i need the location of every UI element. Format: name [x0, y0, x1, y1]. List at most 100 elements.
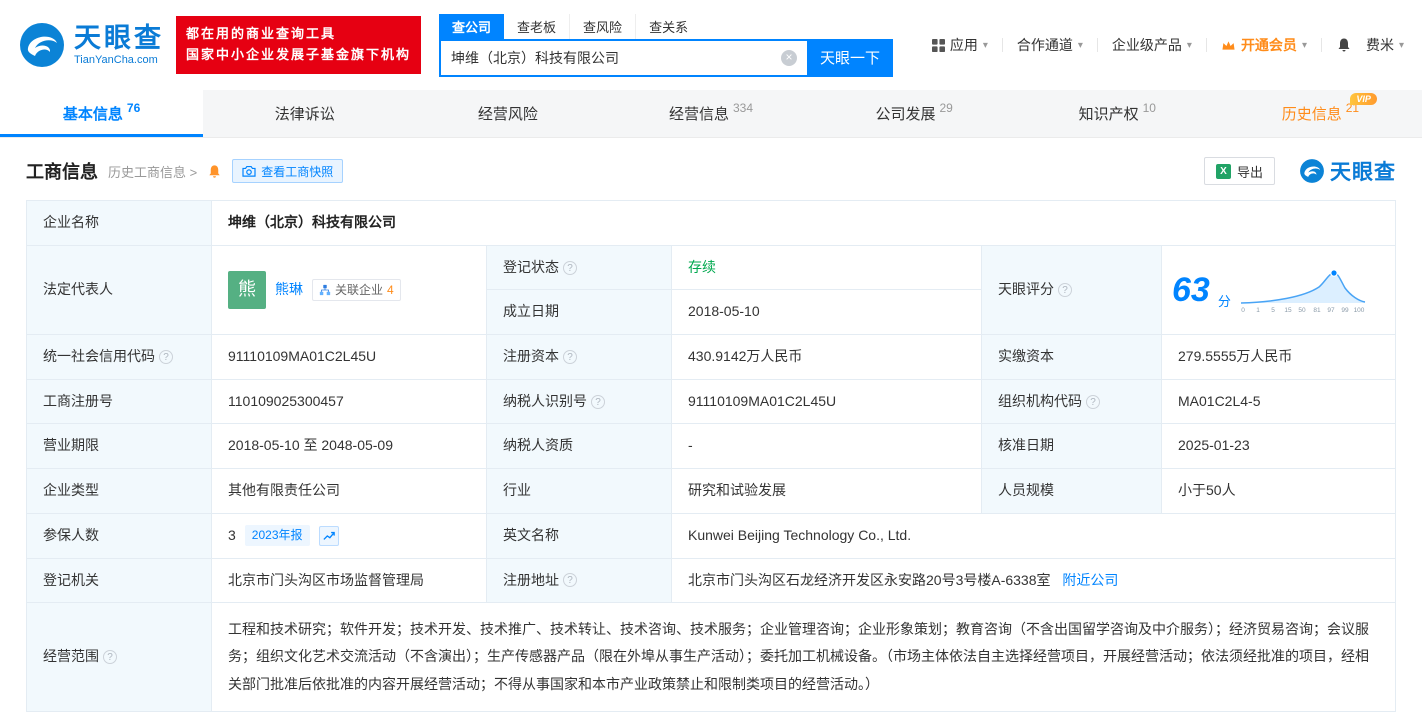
svg-text:5: 5: [1271, 307, 1275, 314]
export-button[interactable]: X 导出: [1204, 157, 1275, 185]
company-name-label: 企业名称: [27, 201, 212, 246]
tab-intellectual-property[interactable]: 知识产权 10: [1016, 90, 1219, 137]
svg-text:1: 1: [1256, 307, 1260, 314]
establish-date-label: 成立日期: [487, 290, 672, 335]
search-tab-risk[interactable]: 查风险: [570, 14, 636, 39]
search-input[interactable]: [439, 39, 807, 77]
clear-search-icon[interactable]: ×: [781, 50, 797, 66]
establish-date-value: 2018-05-10: [672, 290, 982, 335]
insured-count-value: 3 2023年报: [212, 513, 487, 558]
score-unit: 分: [1218, 292, 1231, 312]
tab-company-development-count: 29: [939, 101, 952, 115]
nav-apps-label: 应用: [950, 35, 978, 55]
tab-operating-risk[interactable]: 经营风险: [406, 90, 609, 137]
vip-badge: VIP: [1350, 93, 1377, 105]
help-icon[interactable]: ?: [159, 350, 173, 364]
tianyancha-watermark: 天眼查: [1299, 156, 1396, 186]
search-button[interactable]: 天眼一下: [807, 39, 893, 77]
tab-company-development[interactable]: 公司发展 29: [813, 90, 1016, 137]
taxpayer-quality-label: 纳税人资质: [487, 424, 672, 469]
chevron-down-icon: ▾: [1187, 40, 1192, 51]
reg-capital-label: 注册资本?: [487, 335, 672, 380]
nav-enterprise[interactable]: 企业级产品 ▾: [1112, 35, 1192, 55]
reg-status-label: 登记状态?: [487, 245, 672, 290]
tab-basic-info[interactable]: 基本信息 76: [0, 90, 203, 137]
tab-operating-info-count: 334: [733, 101, 753, 115]
table-row: 企业类型 其他有限责任公司 行业 研究和试验发展 人员规模 小于50人: [27, 469, 1396, 514]
industry-label: 行业: [487, 469, 672, 514]
search-tab-relation[interactable]: 查关系: [636, 14, 701, 39]
annual-report-link[interactable]: 2023年报: [245, 525, 310, 546]
help-icon[interactable]: ?: [563, 261, 577, 275]
tianyancha-logo[interactable]: 天眼查 TianYanCha.com: [18, 21, 164, 69]
tab-history-info[interactable]: VIP 历史信息 21: [1219, 90, 1422, 137]
reminder-bell-button[interactable]: [207, 164, 222, 179]
legal-rep-name-link[interactable]: 熊琳: [275, 279, 303, 301]
crown-icon: [1221, 39, 1236, 52]
insured-count-label: 参保人数: [27, 513, 212, 558]
table-row: 营业期限 2018-05-10 至 2048-05-09 纳税人资质 - 核准日…: [27, 424, 1396, 469]
insured-trend-button[interactable]: [319, 526, 339, 546]
tab-operating-info[interactable]: 经营信息 334: [609, 90, 812, 137]
nav-open-vip[interactable]: 开通会员 ▾: [1221, 35, 1307, 55]
trend-chart-icon: [323, 530, 335, 542]
table-row: 登记机关 北京市门头沟区市场监督管理局 注册地址? 北京市门头沟区石龙经济开发区…: [27, 558, 1396, 603]
help-icon[interactable]: ?: [1086, 395, 1100, 409]
approval-date-label: 核准日期: [982, 424, 1162, 469]
org-code-label: 组织机构代码?: [982, 379, 1162, 424]
table-row: 经营范围? 工程和技术研究；软件开发；技术开发、技术推广、技术转让、技术咨询、技…: [27, 603, 1396, 712]
header: 天眼查 TianYanCha.com 都在用的商业查询工具 国家中小企业发展子基…: [0, 0, 1422, 90]
tab-legal-proceedings[interactable]: 法律诉讼: [203, 90, 406, 137]
help-icon[interactable]: ?: [563, 573, 577, 587]
slogan-line-2: 国家中小企业发展子基金旗下机构: [186, 45, 411, 66]
table-row: 统一社会信用代码? 91110109MA01C2L45U 注册资本? 430.9…: [27, 335, 1396, 380]
tab-operating-info-label: 经营信息: [669, 103, 729, 124]
tyc-score-value: 63 分 0 1 5 15 50 81 97 99 100: [1162, 245, 1396, 334]
tab-basic-info-label: 基本信息: [63, 103, 123, 124]
search-area: 查公司 查老板 查风险 查关系 × 天眼一下: [439, 14, 893, 77]
watermark-text: 天眼查: [1330, 156, 1396, 186]
table-row: 法定代表人 熊 熊琳 关联企业 4 登记状态? 存续 天眼评分?: [27, 245, 1396, 290]
section-title: 工商信息: [26, 158, 98, 184]
taxpayer-id-label: 纳税人识别号?: [487, 379, 672, 424]
help-icon[interactable]: ?: [103, 650, 117, 664]
export-label: 导出: [1237, 162, 1263, 181]
help-icon[interactable]: ?: [1058, 283, 1072, 297]
business-snapshot-button[interactable]: 查看工商快照: [232, 159, 343, 183]
search-tab-boss[interactable]: 查老板: [504, 14, 570, 39]
divider: [1097, 38, 1098, 52]
tab-operating-risk-label: 经营风险: [478, 103, 538, 124]
credit-code-label: 统一社会信用代码?: [27, 335, 212, 380]
company-type-label: 企业类型: [27, 469, 212, 514]
svg-text:97: 97: [1327, 307, 1335, 314]
logo-brand-text: 天眼查: [74, 24, 164, 54]
company-type-value: 其他有限责任公司: [212, 469, 487, 514]
reg-address-label: 注册地址?: [487, 558, 672, 603]
chevron-down-icon: ▾: [1302, 40, 1307, 51]
related-companies-count: 4: [387, 281, 394, 300]
nearby-companies-link[interactable]: 附近公司: [1062, 572, 1118, 588]
english-name-value: Kunwei Beijing Technology Co., Ltd.: [672, 513, 1396, 558]
help-icon[interactable]: ?: [591, 395, 605, 409]
help-icon[interactable]: ?: [563, 350, 577, 364]
nav-open-vip-label: 开通会员: [1241, 35, 1297, 55]
reg-status-value: 存续: [672, 245, 982, 290]
legal-rep-avatar[interactable]: 熊: [228, 271, 266, 309]
tab-history-info-label: 历史信息: [1282, 103, 1342, 124]
svg-text:0: 0: [1241, 307, 1245, 314]
taxpayer-id-value: 91110109MA01C2L45U: [672, 379, 982, 424]
divider: [1321, 38, 1322, 52]
slogan-banner: 都在用的商业查询工具 国家中小企业发展子基金旗下机构: [176, 16, 421, 74]
nav-apps[interactable]: 应用 ▾: [932, 35, 988, 55]
nav-notifications[interactable]: [1336, 37, 1352, 53]
header-nav: 应用 ▾ 合作通道 ▾ 企业级产品 ▾ 开通会员 ▾: [932, 35, 1404, 55]
nav-user[interactable]: 费米 ▾: [1366, 35, 1404, 55]
nav-user-label: 费米: [1366, 35, 1394, 55]
tyc-score-label: 天眼评分?: [982, 245, 1162, 334]
nav-partner[interactable]: 合作通道 ▾: [1017, 35, 1083, 55]
related-companies-badge[interactable]: 关联企业 4: [312, 279, 401, 302]
search-tab-company[interactable]: 查公司: [439, 14, 504, 39]
camera-icon: [242, 165, 256, 177]
chevron-down-icon: ▾: [983, 40, 988, 51]
history-business-info-link[interactable]: 历史工商信息 >: [108, 162, 197, 181]
